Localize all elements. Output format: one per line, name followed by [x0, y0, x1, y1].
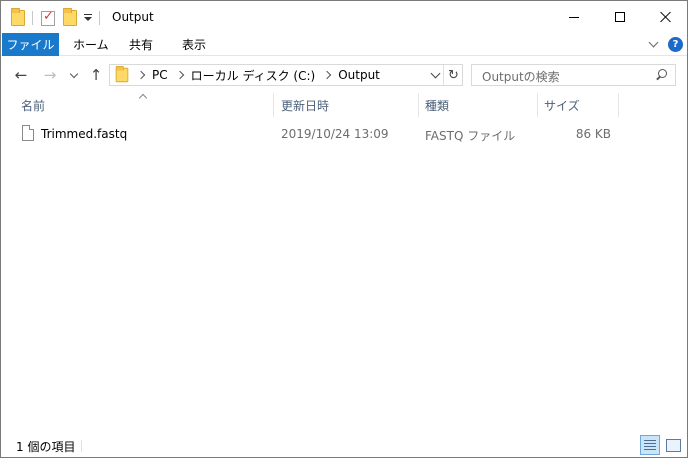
title-divider — [99, 11, 100, 25]
status-bar: 1 個の項目 — [1, 433, 687, 457]
explorer-window: Output ファイル ホーム 共有 表示 ? ← → ↑ PC ローカル ディ… — [0, 0, 688, 458]
file-modified: 2019/10/24 13:09 — [281, 127, 389, 141]
column-divider[interactable] — [273, 93, 274, 117]
up-arrow-icon[interactable]: ↑ — [87, 66, 105, 84]
column-header-name[interactable]: 名前 — [21, 97, 45, 114]
close-icon — [660, 11, 672, 23]
status-divider — [81, 440, 82, 452]
tab-home[interactable]: ホーム — [73, 33, 109, 56]
chevron-down-icon[interactable] — [430, 70, 440, 80]
minimize-button[interactable] — [551, 1, 597, 33]
column-divider[interactable] — [618, 93, 619, 117]
chevron-right-icon[interactable] — [175, 70, 184, 80]
breadcrumb-local-disk[interactable]: ローカル ディスク (C:) — [191, 67, 316, 84]
folder-icon — [115, 66, 129, 83]
sort-ascending-icon — [139, 92, 147, 100]
file-size: 86 KB — [575, 127, 611, 141]
details-view-icon[interactable] — [640, 435, 660, 455]
file-type: FASTQ ファイル — [425, 129, 516, 143]
column-headers: 名前 更新日時 種類 サイズ — [1, 93, 687, 119]
quick-access-toolbar — [11, 8, 106, 28]
folder-icon — [11, 8, 25, 26]
column-header-size[interactable]: サイズ — [544, 97, 580, 114]
close-button[interactable] — [643, 1, 688, 33]
large-icons-view-icon[interactable] — [664, 436, 682, 454]
toolbar-divider — [32, 11, 33, 25]
column-header-modified[interactable]: 更新日時 — [281, 97, 329, 114]
customize-toolbar-icon[interactable] — [83, 13, 93, 23]
navigation-bar: ← → ↑ PC ローカル ディスク (C:) Output ↻ Outputの… — [1, 57, 687, 93]
address-bar[interactable]: PC ローカル ディスク (C:) Output ↻ — [109, 64, 463, 86]
column-header-type[interactable]: 種類 — [425, 97, 449, 114]
help-icon[interactable]: ? — [668, 37, 683, 52]
search-icon[interactable] — [655, 69, 667, 81]
tab-view[interactable]: 表示 — [182, 33, 206, 56]
recent-locations-icon[interactable] — [67, 66, 81, 84]
file-icon — [22, 125, 34, 141]
breadcrumb-pc[interactable]: PC — [152, 68, 168, 82]
file-name: Trimmed.fastq — [41, 127, 128, 141]
table-row[interactable]: Trimmed.fastq 2019/10/24 13:09 FASTQ ファイ… — [17, 123, 617, 145]
column-divider[interactable] — [418, 93, 419, 117]
maximize-icon — [615, 12, 625, 22]
title-bar: Output — [1, 1, 687, 33]
search-input[interactable]: Outputの検索 — [471, 64, 676, 86]
chevron-right-icon[interactable] — [322, 70, 332, 80]
item-count: 1 個の項目 — [16, 440, 76, 454]
tab-file[interactable]: ファイル — [2, 33, 59, 56]
window-title: Output — [112, 10, 154, 24]
expand-ribbon-icon[interactable] — [649, 39, 659, 49]
breadcrumb-output[interactable]: Output — [338, 68, 380, 82]
refresh-icon[interactable]: ↻ — [443, 65, 463, 85]
ribbon-tabs: ファイル ホーム 共有 表示 ? — [1, 33, 687, 56]
new-folder-icon[interactable] — [63, 8, 77, 26]
back-arrow-icon[interactable]: ← — [12, 66, 30, 84]
maximize-button[interactable] — [597, 1, 643, 33]
minimize-icon — [569, 16, 579, 18]
chevron-right-icon[interactable] — [136, 70, 146, 80]
search-placeholder: Outputの検索 — [482, 70, 560, 84]
column-divider[interactable] — [537, 93, 538, 117]
forward-arrow-icon[interactable]: → — [41, 66, 59, 84]
properties-icon[interactable] — [41, 9, 55, 26]
tab-share[interactable]: 共有 — [129, 33, 153, 56]
